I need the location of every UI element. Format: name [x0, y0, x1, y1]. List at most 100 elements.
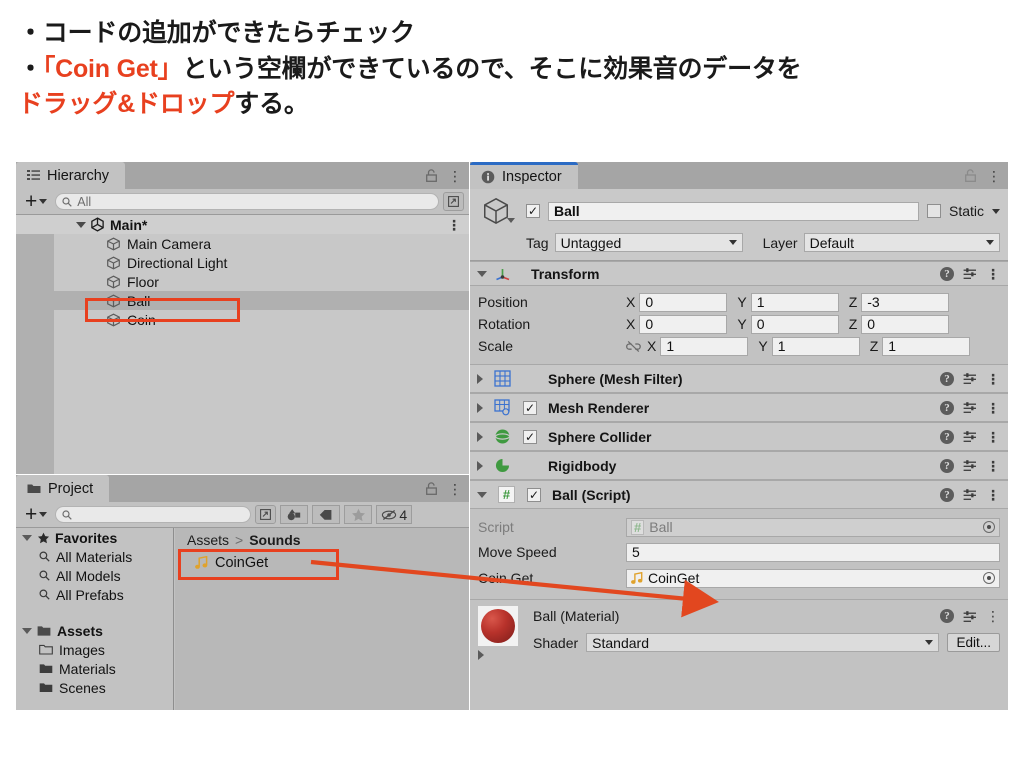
sphere-collider-enabled-checkbox[interactable]: ✓ [523, 429, 537, 444]
tag-dropdown[interactable]: Untagged [554, 233, 743, 252]
scale-y-input[interactable]: 1 [771, 336, 860, 356]
project-expand-button[interactable] [255, 505, 277, 524]
project-filter-type-button[interactable] [280, 505, 309, 524]
tab-hierarchy[interactable]: Hierarchy [16, 162, 126, 189]
hierarchy-add-button[interactable]: + [21, 191, 51, 212]
object-picker-icon[interactable] [983, 521, 995, 533]
position-y-input[interactable]: 1 [750, 292, 839, 312]
help-icon[interactable]: ? [940, 400, 954, 415]
inspector-menu-icon[interactable]: ⋮ [987, 169, 1001, 183]
tab-project[interactable]: Project [16, 475, 110, 502]
chevron-down-icon[interactable] [507, 218, 515, 223]
help-icon[interactable]: ? [940, 487, 954, 502]
preset-icon[interactable] [963, 401, 977, 414]
material-menu-icon[interactable]: ⋮ [986, 609, 1000, 623]
triangle-down-icon[interactable] [477, 270, 487, 277]
preset-icon[interactable] [963, 267, 977, 280]
triangle-right-icon[interactable] [477, 402, 483, 413]
breadcrumb-root[interactable]: Assets [187, 532, 229, 548]
component-menu-icon[interactable]: ⋮ [986, 488, 1000, 502]
move-speed-input[interactable]: 5 [626, 542, 1000, 562]
component-menu-icon[interactable]: ⋮ [986, 267, 1000, 281]
scale-z-input[interactable]: 1 [882, 336, 971, 356]
coin-get-object-field[interactable]: CoinGet [626, 568, 1000, 588]
hierarchy-item-main[interactable]: Main* ⋮ [16, 215, 469, 234]
help-icon[interactable]: ? [940, 429, 954, 444]
position-z-input[interactable]: -3 [861, 292, 950, 312]
preset-icon[interactable] [963, 488, 977, 501]
static-checkbox[interactable] [926, 204, 941, 218]
project-folder-materials[interactable]: Materials [16, 659, 173, 678]
hierarchy-search-input[interactable]: All [55, 193, 439, 210]
project-assets-group[interactable]: Assets [16, 621, 173, 640]
triangle-right-icon[interactable] [478, 650, 484, 660]
project-favorites-button[interactable] [344, 505, 373, 524]
lock-icon[interactable] [426, 169, 437, 182]
object-active-checkbox[interactable]: ✓ [526, 204, 540, 218]
component-header-mesh-renderer[interactable]: ✓ Mesh Renderer ? ⋮ [470, 393, 1008, 422]
project-menu-icon[interactable]: ⋮ [448, 482, 462, 496]
mesh-renderer-enabled-checkbox[interactable]: ✓ [523, 400, 537, 415]
component-header-rigidbody[interactable]: Rigidbody ? ⋮ [470, 451, 1008, 480]
scale-x-input[interactable]: 1 [660, 336, 749, 356]
project-fav-all-materials[interactable]: All Materials [16, 547, 173, 566]
preset-icon[interactable] [963, 459, 977, 472]
hierarchy-item-ball[interactable]: Ball [16, 291, 469, 310]
project-fav-all-prefabs[interactable]: All Prefabs [16, 585, 173, 604]
project-add-button[interactable]: + [21, 504, 51, 525]
project-folder-images[interactable]: Images [16, 640, 173, 659]
triangle-down-icon[interactable] [22, 534, 32, 541]
hierarchy-item-coin[interactable]: Coin [16, 310, 469, 329]
help-icon[interactable]: ? [940, 458, 954, 473]
rotation-x-input[interactable]: 0 [639, 314, 728, 334]
shader-edit-button[interactable]: Edit... [947, 633, 1000, 652]
component-header-mesh-filter[interactable]: Sphere (Mesh Filter) ? ⋮ [470, 364, 1008, 393]
help-icon[interactable]: ? [940, 266, 954, 281]
asset-item-coinget[interactable]: CoinGet [175, 552, 469, 574]
triangle-down-icon[interactable] [76, 221, 86, 228]
project-hidden-packages-button[interactable]: 4 [376, 505, 413, 524]
rotation-y-input[interactable]: 0 [750, 314, 839, 334]
preset-icon[interactable] [963, 430, 977, 443]
triangle-right-icon[interactable] [477, 431, 483, 442]
link-broken-icon[interactable] [626, 340, 641, 353]
component-menu-icon[interactable]: ⋮ [986, 372, 1000, 386]
triangle-right-icon[interactable] [477, 460, 483, 471]
component-menu-icon[interactable]: ⋮ [986, 401, 1000, 415]
lock-icon[interactable] [426, 482, 437, 495]
object-name-input[interactable]: Ball [548, 201, 919, 221]
triangle-down-icon[interactable] [22, 627, 32, 634]
component-menu-icon[interactable]: ⋮ [986, 459, 1000, 473]
project-filter-label-button[interactable] [312, 505, 341, 524]
preset-icon[interactable] [963, 610, 977, 623]
tab-inspector[interactable]: Inspector [470, 162, 578, 189]
triangle-down-icon[interactable] [477, 491, 487, 498]
project-fav-all-models[interactable]: All Models [16, 566, 173, 585]
preset-icon[interactable] [963, 372, 977, 385]
rotation-z-input[interactable]: 0 [861, 314, 950, 334]
hierarchy-expand-button[interactable] [443, 192, 464, 211]
hierarchy-item-main-camera[interactable]: Main Camera [16, 234, 469, 253]
project-favorites-group[interactable]: Favorites [16, 528, 173, 547]
hierarchy-item-directional-light[interactable]: Directional Light [16, 253, 469, 272]
component-header-ball-script[interactable]: # ✓ Ball (Script) ? ⋮ [470, 480, 1008, 509]
hierarchy-item-floor[interactable]: Floor [16, 272, 469, 291]
object-picker-icon[interactable] [983, 572, 995, 584]
project-search-input[interactable] [55, 506, 252, 523]
layer-dropdown[interactable]: Default [803, 233, 1000, 252]
hierarchy-item-menu-icon[interactable]: ⋮ [447, 218, 461, 232]
lock-icon[interactable] [965, 169, 976, 182]
hierarchy-menu-icon[interactable]: ⋮ [448, 169, 462, 183]
shader-dropdown[interactable]: Standard [586, 633, 940, 652]
project-folder-scenes[interactable]: Scenes [16, 678, 173, 697]
help-icon[interactable]: ? [940, 371, 954, 386]
component-header-sphere-collider[interactable]: ✓ Sphere Collider ? ⋮ [470, 422, 1008, 451]
position-x-input[interactable]: 0 [639, 292, 728, 312]
ball-script-enabled-checkbox[interactable]: ✓ [527, 487, 541, 502]
component-header-transform[interactable]: Transform ? ⋮ [470, 261, 1008, 286]
static-dropdown-icon[interactable] [992, 208, 1000, 214]
script-object-field[interactable]: # Ball [626, 517, 1000, 537]
help-icon[interactable]: ? [940, 609, 954, 623]
triangle-right-icon[interactable] [477, 373, 483, 384]
component-menu-icon[interactable]: ⋮ [986, 430, 1000, 444]
